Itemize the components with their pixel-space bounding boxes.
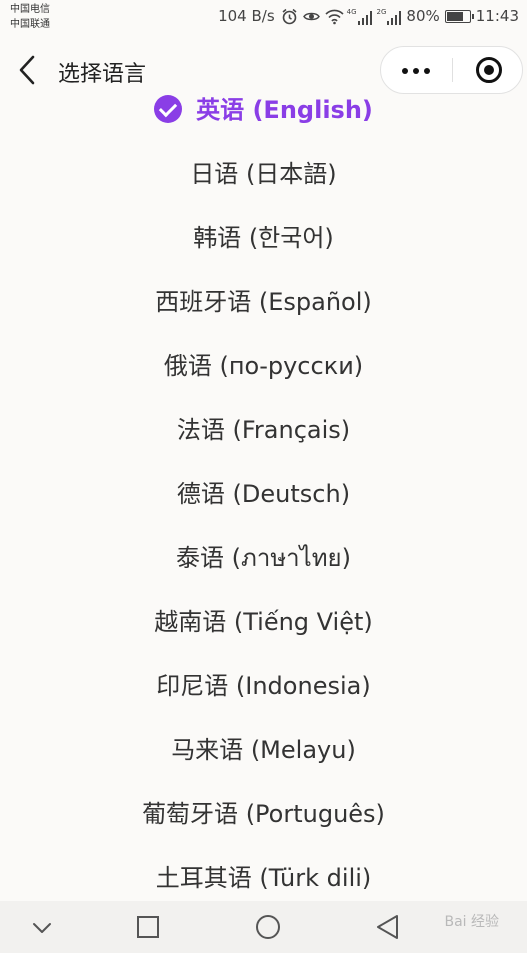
nav-hide-button[interactable]: [22, 909, 62, 945]
chevron-down-icon: [33, 923, 51, 933]
wifi-icon: [325, 8, 344, 25]
carrier-names: 中国电信 中国联通: [10, 2, 50, 32]
clock-time: 11:43: [475, 7, 519, 25]
nav-home-button[interactable]: [248, 909, 288, 945]
alarm-icon: [281, 8, 298, 25]
more-dot-icon: [402, 68, 408, 74]
network-2g-label: 2G: [376, 7, 387, 16]
language-label: 马来语 (Melayu): [171, 736, 356, 764]
list-item[interactable]: 法语 (Français): [0, 402, 527, 458]
triangle-back-icon: [377, 915, 398, 939]
status-bar: 中国电信 中国联通 104 B/s 4G 2G 80% 11:43: [0, 0, 527, 36]
carrier-1: 中国电信: [10, 4, 50, 15]
list-item[interactable]: 西班牙语 (Español): [0, 274, 527, 330]
language-label: 越南语 (Tiếng Việt): [154, 608, 373, 636]
battery-percent: 80%: [406, 7, 440, 25]
language-label: 日语 (日本語): [190, 160, 337, 188]
language-label: 印尼语 (Indonesia): [156, 672, 371, 700]
language-label: 韩语 (한국어): [193, 224, 334, 252]
system-nav-bar: Bai 经验: [0, 901, 527, 953]
list-item[interactable]: 日语 (日本語): [0, 146, 527, 202]
signal-4g-icon: 4G: [347, 8, 372, 25]
list-item[interactable]: 葡萄牙语 (Português): [0, 786, 527, 842]
carrier-2: 中国联通: [10, 19, 50, 30]
network-speed: 104 B/s: [218, 7, 275, 25]
list-item[interactable]: 韩语 (한국어): [0, 210, 527, 266]
language-label: 葡萄牙语 (Português): [142, 800, 385, 828]
check-icon: [154, 95, 183, 123]
network-4g-label: 4G: [346, 7, 357, 16]
list-item[interactable]: 俄语 (по-русски): [0, 338, 527, 394]
list-item-selected[interactable]: 英语 (English): [0, 82, 527, 138]
list-item[interactable]: 德语 (Deutsch): [0, 466, 527, 522]
signal-2g-icon: 2G: [377, 8, 402, 25]
list-item[interactable]: 泰语 (ภาษาไทย): [0, 530, 527, 586]
list-item[interactable]: 越南语 (Tiếng Việt): [0, 594, 527, 650]
more-dot-icon: [424, 68, 430, 74]
square-icon: [137, 916, 159, 938]
language-label: 法语 (Français): [176, 416, 351, 444]
status-icons: 104 B/s 4G 2G 80% 11:43: [218, 4, 527, 28]
baidu-jingyan-watermark: Bai 经验: [444, 914, 499, 930]
language-label: 西班牙语 (Español): [155, 288, 372, 316]
nav-recents-button[interactable]: [128, 909, 168, 945]
nav-back-button[interactable]: [368, 909, 408, 945]
language-label: 德语 (Deutsch): [176, 480, 351, 508]
more-dot-icon: [413, 68, 419, 74]
language-label: 俄语 (по-русски): [163, 352, 364, 380]
list-item[interactable]: 马来语 (Melayu): [0, 722, 527, 778]
list-item[interactable]: 土耳其语 (Türk dili): [0, 850, 527, 901]
eye-icon: [302, 8, 320, 25]
language-label: 英语 (English): [196, 96, 373, 124]
battery-fill: [446, 11, 463, 21]
language-label: 泰语 (ภาษาไทย): [176, 544, 351, 572]
language-list: 英语 (English) 日语 (日本語) 韩语 (한국어) 西班牙语 (Esp…: [0, 78, 527, 901]
list-item[interactable]: 印尼语 (Indonesia): [0, 658, 527, 714]
circle-icon: [256, 915, 280, 939]
language-label: 土耳其语 (Türk dili): [155, 864, 372, 892]
battery-icon: [444, 9, 474, 23]
